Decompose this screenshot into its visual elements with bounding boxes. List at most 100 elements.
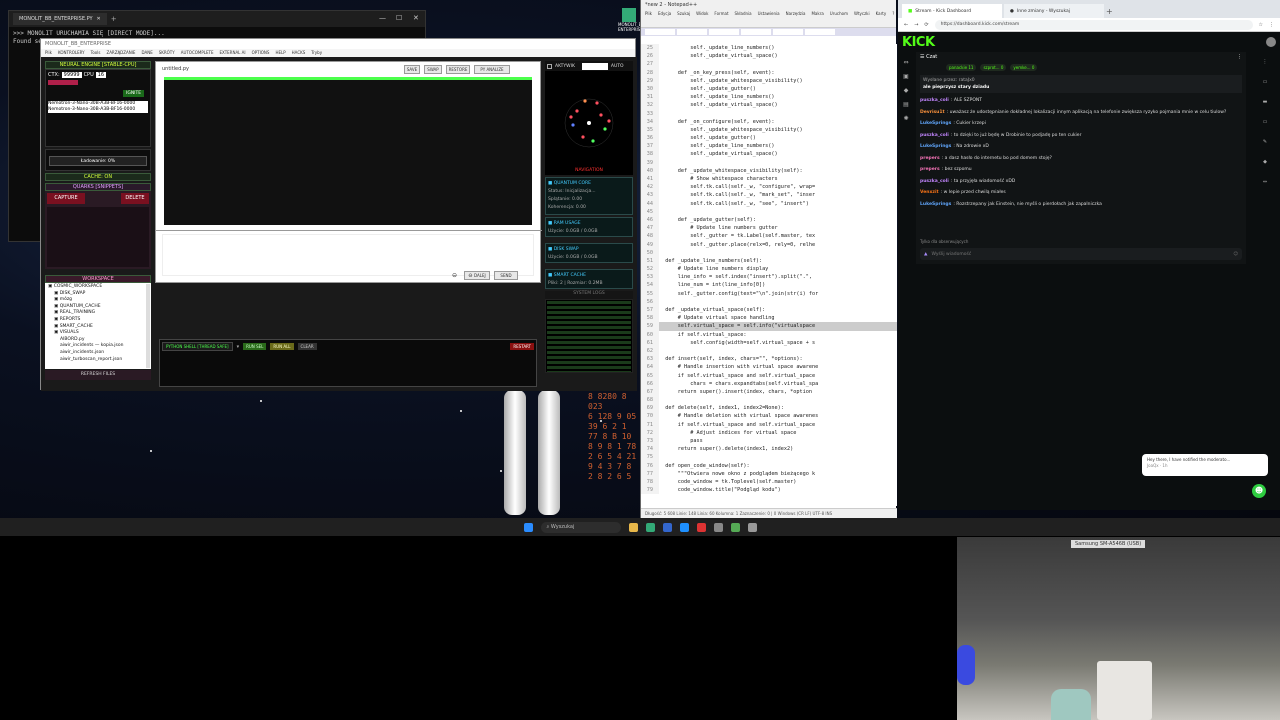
- code-line[interactable]: 71 if self.virtual_space and self.virtua…: [641, 420, 897, 429]
- code-line[interactable]: 39: [641, 158, 897, 167]
- browser-tab[interactable]: ● Inne zmiany - Wyszukaj: [1004, 4, 1104, 18]
- code-line[interactable]: 59 self.virtual_space = self.info("virtu…: [641, 322, 897, 331]
- browser-tab-active[interactable]: ■ Stream - Kick Dashboard: [902, 4, 1002, 18]
- snippets-list[interactable]: [47, 207, 149, 267]
- chat-message[interactable]: prepers: bez szpomu: [916, 164, 1246, 176]
- np-menu-item[interactable]: Makra: [811, 11, 823, 16]
- np-menu-item[interactable]: Plik: [645, 11, 652, 16]
- poll-pill[interactable]: yemke... 0: [1010, 64, 1038, 71]
- gear-icon[interactable]: ✺: [898, 112, 914, 126]
- cpu-input[interactable]: 16: [95, 72, 107, 78]
- output-area[interactable]: [162, 234, 534, 276]
- chat-username[interactable]: prepers: [920, 167, 940, 172]
- code-line[interactable]: 51 def _update_line_numbers(self):: [641, 256, 897, 266]
- code-line[interactable]: 64 # Handle insertion with virtual space…: [641, 363, 897, 372]
- chat-message[interactable]: LukeSprings: Na zdrowie xD: [916, 141, 1246, 153]
- np-menu-item[interactable]: Wtyczki: [854, 11, 870, 16]
- chrome-icon[interactable]: [696, 522, 706, 532]
- back-icon[interactable]: ←: [904, 22, 908, 28]
- new-tab-icon[interactable]: +: [1106, 7, 1113, 18]
- chat-username[interactable]: prepers: [920, 156, 940, 161]
- terminal-tab[interactable]: MONOLIT_BB_ENTERPRISE.PY ✕: [13, 13, 107, 25]
- tree-item[interactable]: ▣ REPORTS: [48, 317, 148, 324]
- code-line[interactable]: 33: [641, 109, 897, 118]
- app-icon[interactable]: [713, 522, 723, 532]
- code-line[interactable]: 46 def _update_gutter(self):: [641, 215, 897, 225]
- code-line[interactable]: 37 self._update_line_numbers(): [641, 142, 897, 151]
- avatar[interactable]: [1266, 37, 1276, 47]
- bookmark-icon[interactable]: ☆: [1259, 22, 1263, 28]
- chart-icon[interactable]: ▤: [898, 98, 914, 112]
- swap-button[interactable]: SWAP: [424, 64, 442, 74]
- np-menu-item[interactable]: Ustawienia: [758, 11, 780, 16]
- code-line[interactable]: 32 self._update_virtual_space(): [641, 101, 897, 110]
- chat-message[interactable]: Devrisu1t: uważasz że udostępnianie dokł…: [916, 107, 1246, 119]
- refresh-files-button[interactable]: REFRESH FILES: [45, 370, 151, 380]
- minimize-icon[interactable]: —: [379, 14, 386, 22]
- code-line[interactable]: 45: [641, 207, 897, 216]
- tool-icon[interactable]: ▬: [1250, 92, 1280, 112]
- chat-username[interactable]: puszka_coli: [920, 98, 949, 103]
- menu-item[interactable]: EXTERNAL AI: [220, 50, 246, 56]
- code-line[interactable]: 74 return super().delete(index1, index2): [641, 445, 897, 454]
- code-line[interactable]: 31 self._update_line_numbers(): [641, 93, 897, 102]
- np-menu-item[interactable]: Widok: [696, 11, 708, 16]
- poll-pill[interactable]: szprot... 0: [980, 64, 1007, 71]
- tree-item[interactable]: ▣ mózg: [48, 297, 148, 304]
- close-window-icon[interactable]: ✕: [413, 14, 419, 22]
- close-icon[interactable]: ✕: [97, 16, 101, 22]
- chat-message[interactable]: puszka_coli: ALE SZPONT: [916, 95, 1246, 107]
- edge-icon[interactable]: [679, 522, 689, 532]
- notification-toast[interactable]: Hey there, I have notified the moderato.…: [1142, 454, 1268, 476]
- menu-item[interactable]: Plik: [45, 50, 52, 56]
- home-icon[interactable]: ▣: [898, 70, 914, 84]
- np-menu-item[interactable]: Narzędzia: [786, 11, 806, 16]
- tree-item[interactable]: ▣ COSMIC_WORKSPACE: [48, 284, 148, 291]
- tree-item[interactable]: ▣ REAL_TRAINING: [48, 310, 148, 317]
- code-line[interactable]: 29 self._update_whitespace_visibility(): [641, 76, 897, 85]
- chat-username[interactable]: LukeSprings: [920, 144, 951, 149]
- start-icon[interactable]: [523, 522, 533, 532]
- code-line[interactable]: 47 # Update line numbers gutter: [641, 224, 897, 233]
- chat-username[interactable]: Devrisu1t: [920, 110, 945, 115]
- code-line[interactable]: 58 # Update virtual space handling: [641, 314, 897, 323]
- app-icon[interactable]: [662, 522, 672, 532]
- np-menu-item[interactable]: ?: [892, 11, 894, 16]
- ignite-button[interactable]: IGNITE: [123, 90, 145, 97]
- code-line[interactable]: 28 def _on_key_press(self, event):: [641, 68, 897, 77]
- ctx-input[interactable]: 99999: [61, 72, 82, 78]
- tool-icon[interactable]: ⋮: [1250, 52, 1280, 72]
- code-line[interactable]: 62: [641, 346, 897, 356]
- menu-item[interactable]: Tryby: [311, 50, 322, 56]
- dropdown-icon[interactable]: ▾: [237, 344, 240, 350]
- code-line[interactable]: 76 def open_code_window(self):: [641, 461, 897, 470]
- pinned-message[interactable]: Wysłane przez: rataJx0 ale pieprzysz sta…: [920, 75, 1242, 93]
- code-line[interactable]: 68: [641, 396, 897, 405]
- code-line[interactable]: 41 # Show whitespace characters: [641, 175, 897, 184]
- add-tab-icon[interactable]: +: [111, 15, 117, 23]
- chat-messages[interactable]: puszka_coli: ALE SZPONT Devrisu1t: uważas…: [916, 95, 1246, 210]
- menu-item[interactable]: DANE: [141, 50, 152, 56]
- np-menu-item[interactable]: Szukaj: [677, 11, 690, 16]
- desktop-icon-monolit[interactable]: MONOLIT_BB ENTERPRISE: [618, 8, 644, 32]
- code-line[interactable]: 52 # Update line numbers display: [641, 265, 897, 274]
- menu-icon[interactable]: ⋮: [1269, 22, 1274, 28]
- code-line[interactable]: 55 self._gutter.config(text="\n".join(st…: [641, 289, 897, 298]
- code-line[interactable]: 36 self._update_gutter(): [641, 134, 897, 143]
- address-bar[interactable]: https://dashboard.kick.com/stream: [934, 19, 1253, 30]
- folder-icon[interactable]: [628, 522, 638, 532]
- tree-item[interactable]: aiwir_incidents.json: [48, 350, 148, 357]
- np-toolbar[interactable]: [641, 18, 896, 28]
- capture-button[interactable]: CAPTURE: [47, 193, 85, 204]
- code-line[interactable]: 43 self.tk.call(self._w, "mark_set", "in…: [641, 191, 897, 200]
- chat-message[interactable]: LukeSprings: Rozstrzepany jak Einstein, …: [916, 199, 1246, 211]
- tool-icon[interactable]: ⇔: [1250, 172, 1280, 192]
- send-button[interactable]: SEND: [494, 271, 518, 280]
- system-logs[interactable]: [545, 299, 633, 373]
- code-editor[interactable]: [164, 77, 532, 225]
- code-line[interactable]: 35 self._update_whitespace_visibility(): [641, 125, 897, 135]
- terminal-icon[interactable]: [747, 522, 757, 532]
- np-menu-item[interactable]: Uruchom: [830, 11, 848, 16]
- chat-message[interactable]: LukeSprings: Cukier krzepi: [916, 118, 1246, 130]
- browser-window[interactable]: ■ Stream - Kick Dashboard ● Inne zmiany - …: [898, 0, 1280, 510]
